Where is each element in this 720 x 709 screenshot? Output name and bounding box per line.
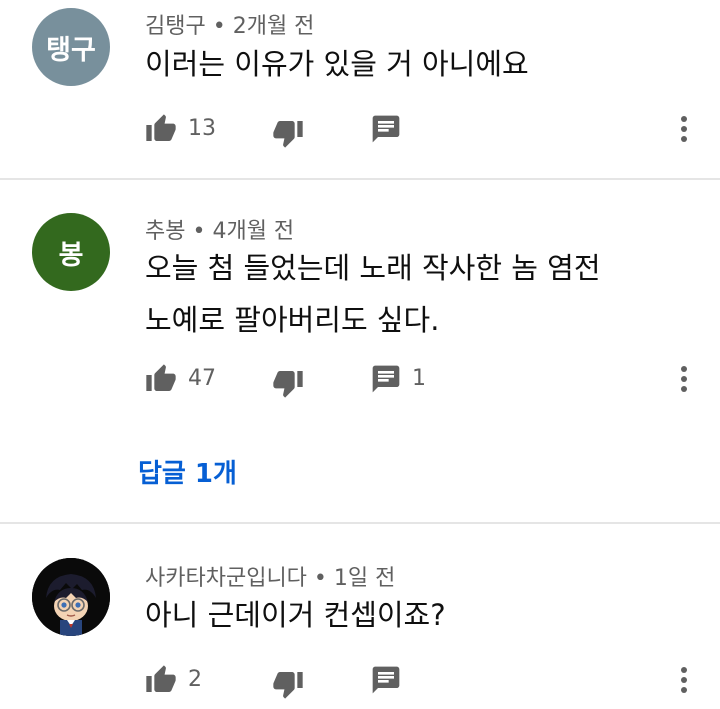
comment-divider xyxy=(0,522,720,524)
comment-text: 이러는 이유가 있을 거 아니에요 xyxy=(145,42,529,87)
comment-actions: 2 xyxy=(0,664,720,704)
more-vert-icon[interactable] xyxy=(672,662,696,698)
comment-time: • 2개월 전 xyxy=(212,14,315,39)
thumb-up-icon[interactable] xyxy=(145,113,177,145)
comment-text-line: 이러는 이유가 있을 거 아니에요 xyxy=(145,47,529,81)
comment-text-line: 오늘 첨 들었는데 노래 작사한 놈 염전 xyxy=(145,251,601,285)
like-count: 47 xyxy=(188,366,216,391)
comment-text-line: 노예로 팔아버리도 싶다. xyxy=(145,303,440,337)
more-vert-icon[interactable] xyxy=(672,361,696,397)
thumb-down-icon[interactable] xyxy=(272,367,304,399)
like-count: 13 xyxy=(188,116,216,141)
avatar-initials: 탱구 xyxy=(46,34,96,66)
comment-icon[interactable] xyxy=(370,664,402,696)
avatar-image xyxy=(32,558,110,636)
author-name[interactable]: 추봉 xyxy=(145,219,185,244)
comment-text-line: 아니 근데이거 컨셉이죠? xyxy=(145,598,446,632)
like-count: 2 xyxy=(188,667,202,692)
comment-actions: 13 xyxy=(0,113,720,153)
avatar[interactable] xyxy=(32,558,110,636)
view-replies-link[interactable]: 답글 1개 xyxy=(138,453,237,490)
avatar[interactable]: 탱구 xyxy=(32,8,110,86)
comment-text: 아니 근데이거 컨셉이죠? xyxy=(145,593,446,638)
comment-icon[interactable] xyxy=(370,113,402,145)
comment-meta: 사카타차군입니다 • 1일 전 xyxy=(145,560,395,592)
reply-count: 1 xyxy=(412,366,426,391)
thumb-down-icon[interactable] xyxy=(272,668,304,700)
more-vert-icon[interactable] xyxy=(672,111,696,147)
comment-icon[interactable] xyxy=(370,363,402,395)
comment-time: • 4개월 전 xyxy=(192,219,295,244)
comment-actions: 47 1 xyxy=(0,363,720,403)
author-name[interactable]: 사카타차군입니다 xyxy=(145,566,307,591)
avatar[interactable]: 봉 xyxy=(32,213,110,291)
thumb-up-icon[interactable] xyxy=(145,363,177,395)
comment-meta: 추봉 • 4개월 전 xyxy=(145,213,294,245)
comment-text: 오늘 첨 들었는데 노래 작사한 놈 염전 노예로 팔아버리도 싶다. xyxy=(145,246,601,343)
comment-time: • 1일 전 xyxy=(313,566,396,591)
author-name[interactable]: 김탱구 xyxy=(145,14,206,39)
thumb-down-icon[interactable] xyxy=(272,117,304,149)
comment-divider xyxy=(0,178,720,180)
comment-meta: 김탱구 • 2개월 전 xyxy=(145,8,314,40)
avatar-initials: 봉 xyxy=(58,239,84,271)
thumb-up-icon[interactable] xyxy=(145,664,177,696)
